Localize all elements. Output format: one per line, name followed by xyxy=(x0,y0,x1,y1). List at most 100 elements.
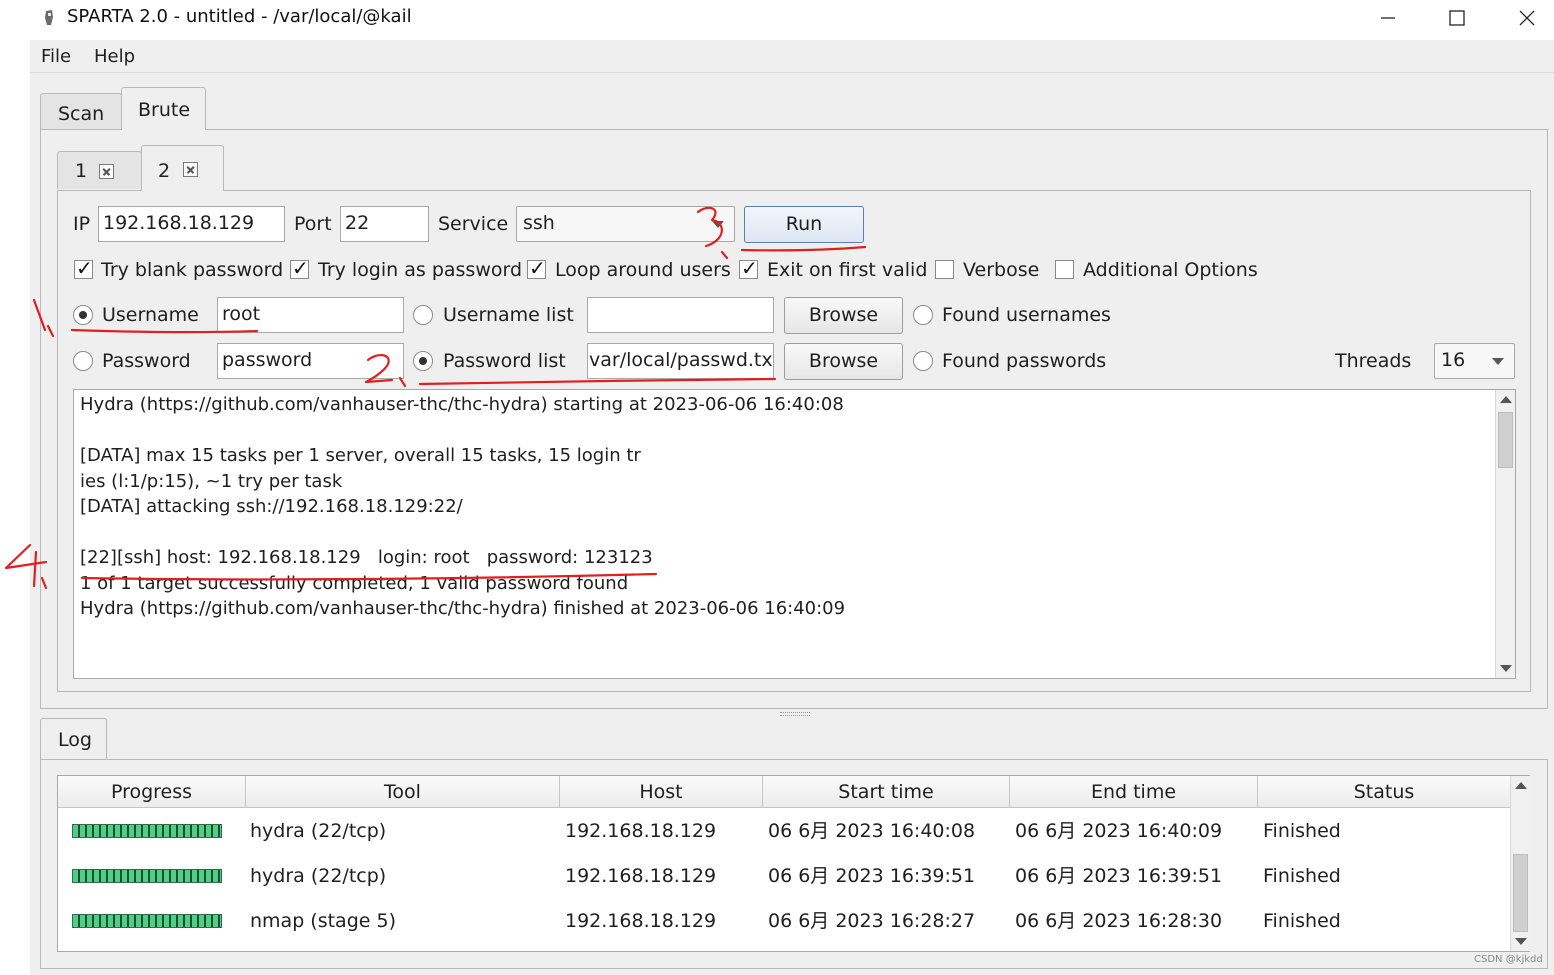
table-row[interactable]: nmap (stage 5) 192.168.18.129 06 6月 2023… xyxy=(58,899,1510,944)
ip-label: IP xyxy=(73,213,91,235)
cell-tool: hydra (22/tcp) xyxy=(250,820,387,842)
cell-status: Finished xyxy=(1263,910,1341,932)
table-row[interactable]: hydra (22/tcp) 192.168.18.129 06 6月 2023… xyxy=(58,854,1510,899)
ip-input[interactable]: 192.168.18.129 xyxy=(98,206,285,242)
password-list-radio[interactable] xyxy=(413,351,433,371)
column-header-start-time[interactable]: Start time xyxy=(763,776,1010,808)
scroll-up-icon[interactable] xyxy=(1500,396,1512,403)
try-blank-password-label: Try blank password xyxy=(101,259,284,281)
output-scrollbar[interactable] xyxy=(1495,390,1515,678)
found-usernames-label: Found usernames xyxy=(942,304,1111,326)
service-select[interactable]: ssh xyxy=(516,206,735,242)
password-radio[interactable] xyxy=(73,351,93,371)
username-radio[interactable] xyxy=(73,305,93,325)
username-list-input[interactable] xyxy=(587,297,774,333)
brute-output-textarea[interactable]: Hydra (https://github.com/vanhauser-thc/… xyxy=(73,389,1516,679)
scroll-down-icon[interactable] xyxy=(1515,938,1527,945)
maximize-icon xyxy=(1449,10,1465,26)
try-login-as-password-label: Try login as password xyxy=(318,259,523,281)
log-scrollbar[interactable] xyxy=(1510,776,1530,951)
scrollbar-thumb[interactable] xyxy=(1513,854,1528,932)
password-input[interactable]: password xyxy=(217,343,404,379)
found-passwords-label: Found passwords xyxy=(942,350,1107,372)
verbose-checkbox[interactable] xyxy=(935,260,954,279)
cell-start-time: 06 6月 2023 16:39:51 xyxy=(768,865,976,887)
found-passwords-radio[interactable] xyxy=(913,351,933,371)
sparta-icon xyxy=(45,10,53,25)
cell-end-time: 06 6月 2023 16:39:51 xyxy=(1015,865,1223,887)
run-button[interactable]: Run xyxy=(744,206,864,243)
menu-bar: File Help xyxy=(30,40,1554,73)
try-blank-password-checkbox[interactable]: ✓ xyxy=(74,257,93,279)
output-line: [22][ssh] host: 192.168.18.129 login: ro… xyxy=(80,547,653,568)
column-header-end-time[interactable]: End time xyxy=(1010,776,1258,808)
port-input[interactable]: 22 xyxy=(340,206,429,242)
username-list-radio[interactable] xyxy=(413,305,433,325)
tab-log[interactable]: Log xyxy=(40,718,107,760)
tab-scan-label: Scan xyxy=(58,103,105,125)
cell-status: Finished xyxy=(1263,865,1341,887)
table-header: Progress Tool Host Start time End time S… xyxy=(58,776,1510,808)
close-window-button[interactable] xyxy=(1502,2,1552,34)
column-header-status[interactable]: Status xyxy=(1258,776,1510,808)
close-tab-2-icon[interactable] xyxy=(183,162,198,177)
scroll-down-icon[interactable] xyxy=(1500,665,1512,672)
password-list-input[interactable]: var/local/passwd.txt xyxy=(587,343,774,379)
progress-bar xyxy=(72,914,222,928)
additional-options-label: Additional Options xyxy=(1083,259,1258,281)
output-line: 1 of 1 target successfully completed, 1 … xyxy=(80,572,629,594)
browse-usernames-button[interactable]: Browse xyxy=(784,297,903,334)
output-lines: Hydra (https://github.com/vanhauser-thc/… xyxy=(80,392,845,622)
maximize-button[interactable] xyxy=(1432,2,1482,34)
loop-around-users-label: Loop around users xyxy=(555,259,731,281)
threads-select[interactable]: 16 xyxy=(1434,343,1515,379)
verbose-label: Verbose xyxy=(963,259,1040,281)
progress-bar xyxy=(72,869,222,883)
service-label: Service xyxy=(438,213,509,235)
threads-value: 16 xyxy=(1441,349,1466,371)
menu-help[interactable]: Help xyxy=(94,46,135,67)
menu-file[interactable]: File xyxy=(41,46,71,67)
additional-options-checkbox[interactable] xyxy=(1055,260,1074,279)
column-header-tool[interactable]: Tool xyxy=(246,776,560,808)
column-header-host[interactable]: Host xyxy=(560,776,763,808)
scrollbar-thumb[interactable] xyxy=(1498,412,1513,468)
column-header-progress[interactable]: Progress xyxy=(58,776,246,808)
cell-tool: hydra (22/tcp) xyxy=(250,865,387,887)
checkmark-icon: ✓ xyxy=(529,256,546,280)
watermark: CSDN @kjkdd xyxy=(1474,954,1543,965)
table-row[interactable]: hydra (22/tcp) 192.168.18.129 06 6月 2023… xyxy=(58,809,1510,854)
log-table: Progress Tool Host Start time End time S… xyxy=(57,775,1530,952)
loop-around-users-checkbox[interactable]: ✓ xyxy=(527,256,546,280)
username-label: Username xyxy=(102,304,199,326)
tab-brute-2-label: 2 xyxy=(158,160,171,182)
tab-scan[interactable]: Scan xyxy=(40,93,122,129)
password-label: Password xyxy=(102,350,191,372)
splitter-handle[interactable] xyxy=(780,712,810,716)
threads-label: Threads xyxy=(1335,350,1412,372)
cell-host: 192.168.18.129 xyxy=(565,820,717,842)
found-usernames-radio[interactable] xyxy=(913,305,933,325)
radio-selected-dot xyxy=(419,357,427,365)
minimize-button[interactable] xyxy=(1363,2,1413,34)
exit-on-first-valid-checkbox[interactable]: ✓ xyxy=(739,257,758,279)
password-list-label: Password list xyxy=(443,350,566,372)
tab-brute-1[interactable]: 1 xyxy=(57,151,142,189)
minimize-icon xyxy=(1381,17,1395,19)
output-line: [DATA] max 15 tasks per 1 server, overal… xyxy=(80,445,641,466)
tab-brute-2[interactable]: 2 xyxy=(141,145,224,191)
cell-end-time: 06 6月 2023 16:28:30 xyxy=(1015,910,1223,932)
tab-brute[interactable]: Brute xyxy=(121,87,206,130)
output-line: ies (l:1/p:15), ~1 try per task xyxy=(80,470,343,492)
close-tab-1-icon[interactable] xyxy=(99,164,114,179)
chevron-down-icon xyxy=(712,221,724,228)
cell-status: Finished xyxy=(1263,820,1341,842)
browse-passwords-button[interactable]: Browse xyxy=(784,343,903,380)
scroll-up-icon[interactable] xyxy=(1515,782,1527,789)
username-input[interactable]: root xyxy=(217,297,404,333)
try-login-as-password-checkbox[interactable]: ✓ xyxy=(290,257,309,279)
cell-start-time: 06 6月 2023 16:28:27 xyxy=(768,910,976,932)
progress-bar xyxy=(72,824,222,838)
